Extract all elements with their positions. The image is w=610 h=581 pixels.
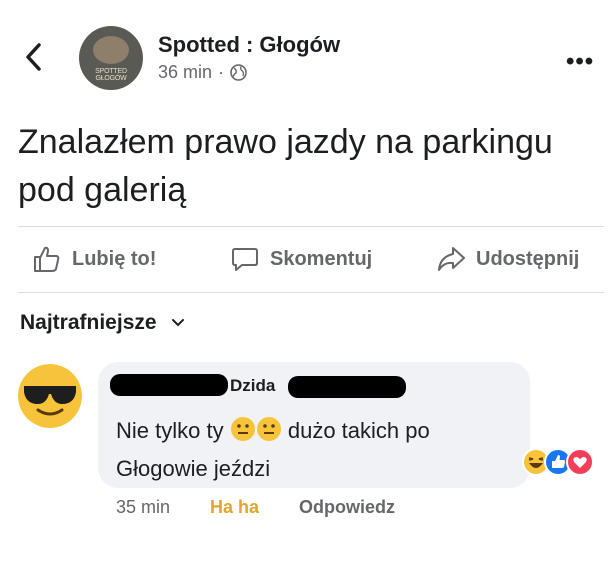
comment-reactions[interactable] <box>522 448 610 476</box>
comment-button[interactable]: Skomentuj <box>230 244 372 274</box>
comment-reaction-button[interactable]: Ha ha <box>210 497 259 518</box>
chevron-down-icon <box>171 319 184 327</box>
comment-text: Nie tylko ty dużo takich po Głogowie jeź… <box>116 412 526 488</box>
globe-icon <box>230 64 247 81</box>
redaction-bar <box>288 376 406 398</box>
post-meta: 36 min · <box>158 62 247 83</box>
comment-time[interactable]: 35 min <box>116 497 170 518</box>
like-label: Lubię to! <box>72 247 157 270</box>
page-avatar[interactable]: SPOTTED GŁOGÓW <box>79 26 143 90</box>
comments-sort-dropdown[interactable]: Najtrafniejsze <box>20 311 185 335</box>
more-options-icon[interactable]: ••• <box>566 48 594 76</box>
redaction-bar <box>110 374 228 396</box>
like-button[interactable]: Lubię to! <box>32 244 156 274</box>
post-time[interactable]: 36 min <box>158 62 212 83</box>
comment-text-part1: Nie tylko ty <box>116 418 224 443</box>
post-actions: Lubię to! Skomentuj Udostępnij <box>18 244 608 284</box>
divider-bottom <box>18 292 604 293</box>
comment-author[interactable]: Dzida <box>230 376 275 396</box>
commenter-avatar-sunglasses-emoji[interactable] <box>18 364 82 428</box>
meta-separator: · <box>218 62 225 82</box>
share-button[interactable]: Udostępnij <box>436 244 579 274</box>
avatar-logo-text: SPOTTED GŁOGÓW <box>95 68 127 82</box>
comment-bubble-icon <box>232 248 258 271</box>
divider-top <box>18 226 604 227</box>
love-reaction-icon <box>566 448 594 476</box>
share-label: Udostępnij <box>476 247 580 270</box>
share-arrow-icon <box>438 247 465 271</box>
post-text: Znalazłem prawo jazdy na parkingu pod ga… <box>18 123 553 209</box>
page-name[interactable]: Spotted : Głogów <box>158 32 340 58</box>
comment-reply-button[interactable]: Odpowiedz <box>299 497 395 518</box>
thumbs-up-icon <box>34 246 60 272</box>
avatar-image <box>93 36 129 64</box>
comment-label: Skomentuj <box>270 247 373 270</box>
sort-label: Najtrafniejsze <box>20 311 157 334</box>
neutral-face-emoji-icon <box>230 417 255 441</box>
neutral-face-emoji-icon <box>256 417 281 441</box>
back-arrow-icon[interactable] <box>22 40 44 74</box>
